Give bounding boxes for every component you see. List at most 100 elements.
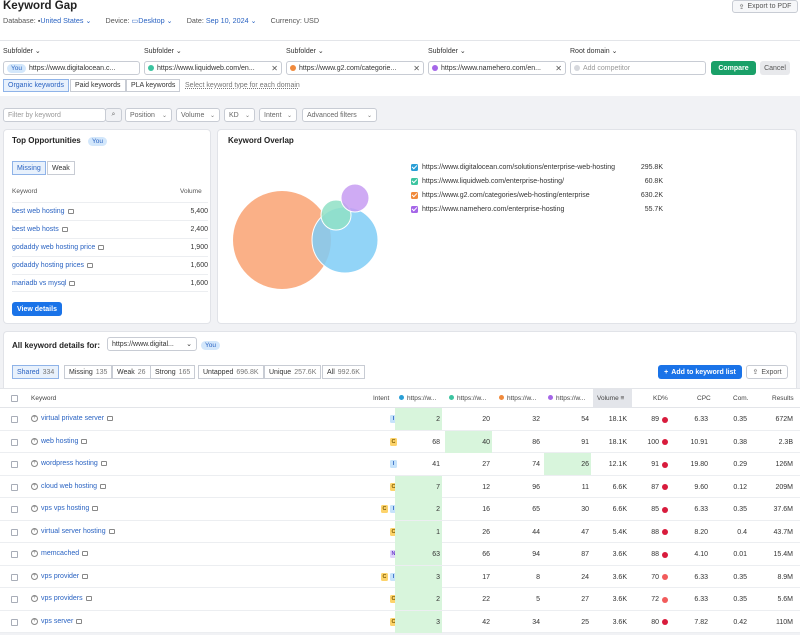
tab-all[interactable]: All 992.6K xyxy=(322,365,365,379)
add-keyword-icon[interactable]: + xyxy=(31,437,38,445)
clear-icon[interactable]: ✕ xyxy=(553,64,562,73)
domain-select[interactable]: https://www.digital... ⌄ xyxy=(107,337,197,351)
weak-toggle[interactable]: Weak xyxy=(47,161,75,175)
subfolder-selector-3[interactable]: Subfolder ⌄ xyxy=(286,47,324,55)
serp-icon[interactable] xyxy=(67,209,74,214)
subfolder-selector-1[interactable]: Subfolder ⌄ xyxy=(3,47,41,55)
add-keyword-icon[interactable]: + xyxy=(31,527,38,535)
opportunity-keyword-link[interactable]: best web hosts xyxy=(12,226,59,233)
database-selector[interactable]: Database: ▪United States ⌄ xyxy=(3,16,92,25)
keyword-link[interactable]: wordpress hosting xyxy=(41,460,98,467)
serp-icon[interactable] xyxy=(107,416,114,421)
date-selector[interactable]: Date: Sep 10, 2024 ⌄ xyxy=(187,16,257,25)
checkbox-icon[interactable] xyxy=(411,205,418,213)
opportunity-keyword-link[interactable]: best web hosting xyxy=(12,208,65,215)
keyword-type-hint-link[interactable]: Select keyword type for each domain xyxy=(185,82,300,89)
results-header[interactable]: Results xyxy=(772,395,794,402)
overlap-legend-item[interactable]: https://www.g2.com/categories/web-hostin… xyxy=(411,189,663,201)
tab-strong[interactable]: Strong 165 xyxy=(150,365,196,379)
subfolder-selector-2[interactable]: Subfolder ⌄ xyxy=(144,47,182,55)
export-button[interactable]: ⇪ Export xyxy=(746,365,788,379)
cancel-button[interactable]: Cancel xyxy=(760,61,790,75)
row-checkbox[interactable] xyxy=(11,438,18,446)
add-keyword-icon[interactable]: + xyxy=(31,460,38,467)
keyword-header[interactable]: Keyword xyxy=(31,395,56,402)
volume-filter[interactable]: Volume ⌄ xyxy=(176,108,220,122)
tab-weak[interactable]: Weak 26 xyxy=(112,365,151,379)
tab-missing[interactable]: Missing 135 xyxy=(64,365,113,379)
row-checkbox[interactable] xyxy=(11,528,18,536)
serp-icon[interactable] xyxy=(108,528,115,534)
keyword-link[interactable]: memcached xyxy=(41,550,79,557)
position-filter[interactable]: Position ⌄ xyxy=(125,108,172,122)
tab-shared[interactable]: Shared 334 xyxy=(12,365,60,379)
kd-filter[interactable]: KD ⌄ xyxy=(224,108,255,122)
add-competitor-input[interactable]: Add competitor xyxy=(570,61,706,75)
clear-icon[interactable]: ✕ xyxy=(269,64,278,73)
tab-untapped[interactable]: Untapped 696.8K xyxy=(198,365,264,379)
add-keyword-icon[interactable]: + xyxy=(31,617,38,625)
serp-icon[interactable] xyxy=(82,573,89,579)
missing-toggle[interactable]: Missing xyxy=(12,161,46,175)
domain-1-header[interactable]: https://w... xyxy=(399,395,436,402)
organic-keywords-toggle[interactable]: Organic keywords xyxy=(3,79,70,92)
checkbox-icon[interactable] xyxy=(411,191,418,199)
serp-icon[interactable] xyxy=(82,551,89,556)
serp-icon[interactable] xyxy=(76,618,83,624)
view-details-button[interactable]: View details xyxy=(12,302,62,316)
device-selector[interactable]: Device: ▭Desktop ⌄ xyxy=(106,16,173,25)
row-checkbox[interactable] xyxy=(11,573,18,581)
advanced-filters[interactable]: Advanced filters ⌄ xyxy=(302,108,377,122)
add-keyword-icon[interactable]: + xyxy=(31,550,38,557)
select-all-checkbox[interactable] xyxy=(11,395,18,402)
overlap-legend-item[interactable]: https://www.digitalocean.com/solutions/e… xyxy=(411,161,663,173)
search-icon-button[interactable]: ⌕ xyxy=(105,108,122,122)
intent-filter[interactable]: Intent ⌄ xyxy=(259,108,297,122)
keyword-link[interactable]: virtual server hosting xyxy=(41,528,106,535)
row-checkbox[interactable] xyxy=(11,596,18,603)
serp-icon[interactable] xyxy=(92,506,99,511)
keyword-link[interactable]: vps vps hosting xyxy=(41,505,89,512)
opportunity-keyword-link[interactable]: godaddy hosting prices xyxy=(12,262,84,269)
overlap-legend-item[interactable]: https://www.liquidweb.com/enterprise-hos… xyxy=(411,175,663,187)
volume-header[interactable]: Volume ≡ xyxy=(597,395,624,402)
serp-icon[interactable] xyxy=(81,438,88,444)
add-keyword-icon[interactable]: + xyxy=(31,595,38,602)
serp-icon[interactable] xyxy=(100,461,107,466)
clear-icon[interactable]: ✕ xyxy=(411,64,420,73)
row-checkbox[interactable] xyxy=(11,551,18,558)
row-checkbox[interactable] xyxy=(11,618,18,626)
add-to-keyword-list-button[interactable]: + Add to keyword list xyxy=(658,365,742,379)
keyword-link[interactable]: vps providers xyxy=(41,595,83,602)
overlap-legend-item[interactable]: https://www.namehero.com/enterprise-host… xyxy=(411,203,663,215)
compare-button[interactable]: Compare xyxy=(711,61,756,75)
row-checkbox[interactable] xyxy=(11,416,18,423)
paid-keywords-toggle[interactable]: Paid keywords xyxy=(70,79,126,92)
keyword-link[interactable]: vps provider xyxy=(41,573,79,580)
com-header[interactable]: Com. xyxy=(733,395,749,402)
add-keyword-icon[interactable]: + xyxy=(31,572,38,580)
keyword-link[interactable]: cloud web hosting xyxy=(41,483,97,490)
keyword-link[interactable]: vps server xyxy=(41,618,73,625)
domain-input-3[interactable]: https://www.g2.com/categorie... ✕ xyxy=(286,61,424,75)
domain-input-4[interactable]: https://www.namehero.com/en... ✕ xyxy=(428,61,566,75)
opportunity-keyword-link[interactable]: godaddy web hosting price xyxy=(12,244,95,251)
intent-header[interactable]: Intent xyxy=(373,395,389,402)
domain-2-header[interactable]: https://w... xyxy=(449,395,486,402)
opportunity-keyword-link[interactable]: mariadb vs mysql xyxy=(12,280,66,287)
checkbox-icon[interactable] xyxy=(411,177,418,185)
serp-icon[interactable] xyxy=(87,263,93,268)
root-domain-selector[interactable]: Root domain ⌄ xyxy=(570,47,618,55)
keyword-filter-input[interactable]: Filter by keyword xyxy=(3,108,106,122)
cpc-header[interactable]: CPC xyxy=(697,395,711,402)
domain-input-1[interactable]: You https://www.digitalocean.c... xyxy=(3,61,140,75)
add-keyword-icon[interactable]: + xyxy=(31,482,38,490)
serp-icon[interactable] xyxy=(85,596,92,601)
row-checkbox[interactable] xyxy=(11,506,18,513)
export-pdf-button[interactable]: ⇪ Export to PDF xyxy=(732,0,798,13)
serp-icon[interactable] xyxy=(100,483,107,489)
row-checkbox[interactable] xyxy=(11,483,18,491)
serp-icon[interactable] xyxy=(61,227,68,232)
pla-keywords-toggle[interactable]: PLA keywords xyxy=(126,79,181,92)
add-keyword-icon[interactable]: + xyxy=(31,415,38,422)
